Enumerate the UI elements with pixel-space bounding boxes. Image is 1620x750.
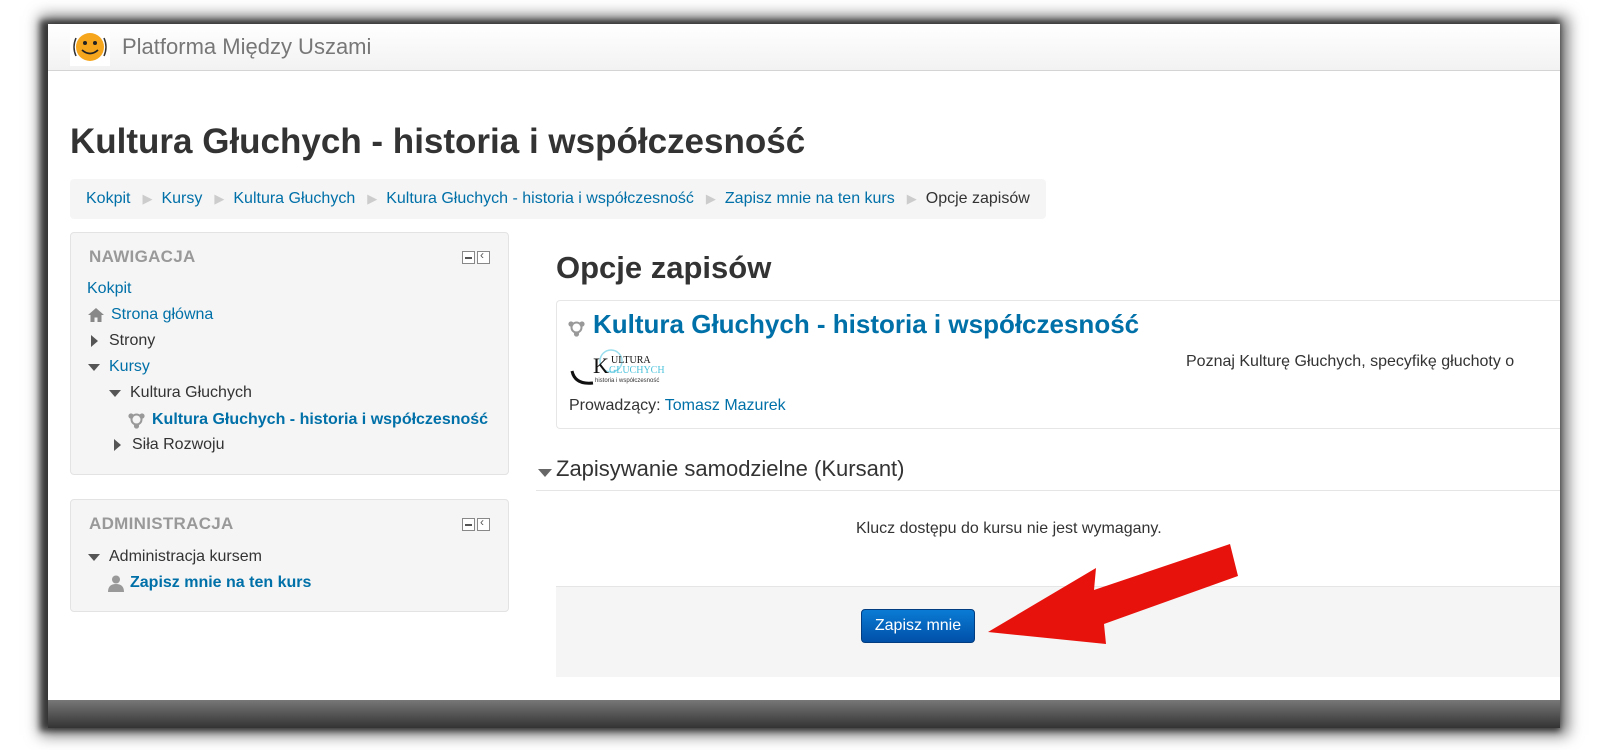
admin-item-label[interactable]: Zapisz mnie na ten kurs	[130, 574, 311, 592]
course-image: K ULTURA GŁUCHYCH historia i współczesno…	[569, 349, 681, 389]
teacher-link[interactable]: Tomasz Mazurek	[665, 397, 786, 414]
breadcrumb-enrol[interactable]: Zapisz mnie na ten kurs	[725, 190, 895, 208]
course-icon	[567, 318, 586, 342]
site-name[interactable]: Platforma Między Uszami	[122, 34, 371, 60]
breadcrumb-current: Opcje zapisów	[925, 190, 1030, 207]
nav-item-sila-rozwoju[interactable]: Siła Rozwoju	[114, 436, 224, 454]
nav-item-label[interactable]: Strony	[109, 332, 155, 350]
course-image-subtitle: historia i współczesność	[595, 378, 659, 384]
course-summary: Poznaj Kulturę Głuchych, specyfikę głuch…	[1186, 353, 1515, 370]
nav-item-kokpit[interactable]: Kokpit	[87, 280, 131, 298]
course-info-box: Kultura Głuchych - historia i współczesn…	[556, 300, 1560, 429]
section-collapse-icon[interactable]	[538, 465, 552, 483]
nav-item-label[interactable]: Kursy	[109, 358, 150, 376]
expand-arrow-icon[interactable]	[91, 335, 98, 347]
course-icon	[127, 410, 146, 429]
teacher-row: Prowadzący: Tomasz Mazurek	[569, 397, 786, 415]
breadcrumb-course[interactable]: Kultura Głuchych - historia i współczesn…	[386, 190, 694, 208]
smiley-logo-icon[interactable]	[70, 28, 110, 66]
nav-item-category[interactable]: Kultura Głuchych	[109, 384, 252, 402]
collapse-block-icon[interactable]	[462, 251, 475, 264]
nav-item-home[interactable]: Strona główna	[87, 306, 213, 324]
access-key-message: Klucz dostępu do kursu nie jest wymagany…	[856, 520, 1162, 537]
breadcrumb-separator-icon: ▶	[705, 191, 716, 206]
course-image-gluchych: GŁUCHYCH	[609, 365, 665, 376]
admin-item-label[interactable]: Administracja kursem	[109, 548, 262, 566]
breadcrumb-separator-icon: ▶	[367, 191, 378, 206]
browser-page: Platforma Między Uszami Kultura Głuchych…	[48, 24, 1560, 727]
course-image-k: K	[593, 353, 609, 378]
administration-block: ADMINISTRACJA Administracja kursem Zapis…	[70, 499, 509, 612]
breadcrumb-kursy[interactable]: Kursy	[161, 190, 202, 208]
breadcrumb-separator-icon: ▶	[906, 191, 917, 206]
administration-block-title: ADMINISTRACJA	[89, 514, 234, 533]
section-title[interactable]: Zapisywanie samodzielne (Kursant)	[556, 456, 905, 482]
breadcrumb-separator-icon: ▶	[214, 191, 225, 206]
red-arrow-annotation	[988, 544, 1238, 644]
block-controls	[462, 248, 490, 264]
collapse-arrow-icon[interactable]	[109, 389, 121, 397]
admin-item-course-admin[interactable]: Administracja kursem	[88, 548, 262, 566]
dock-block-icon[interactable]	[477, 248, 490, 264]
nav-item-current-course[interactable]: Kultura Głuchych - historia i współczesn…	[127, 410, 488, 429]
admin-item-enrol-me[interactable]: Zapisz mnie na ten kurs	[107, 574, 311, 592]
navbar: Platforma Między Uszami	[48, 24, 1560, 71]
nav-item-label[interactable]: Siła Rozwoju	[132, 436, 224, 454]
block-controls	[462, 515, 490, 531]
course-title-link[interactable]: Kultura Głuchych - historia i współczesn…	[593, 309, 1139, 340]
nav-item-label[interactable]: Kultura Głuchych	[130, 384, 252, 402]
expand-arrow-icon[interactable]	[114, 439, 121, 451]
user-icon	[107, 574, 125, 592]
page-title: Kultura Głuchych - historia i współczesn…	[70, 122, 806, 161]
dock-block-icon[interactable]	[477, 515, 490, 531]
breadcrumb-separator-icon: ▶	[142, 191, 153, 206]
nav-item-label[interactable]: Kokpit	[87, 280, 131, 298]
self-enrolment-section-header[interactable]: Zapisywanie samodzielne (Kursant)	[536, 454, 1560, 491]
red-arrow-shape	[988, 544, 1238, 644]
nav-item-kursy[interactable]: Kursy	[88, 358, 150, 376]
breadcrumb-category[interactable]: Kultura Głuchych	[233, 190, 355, 208]
enrol-me-button[interactable]: Zapisz mnie	[861, 609, 975, 643]
navigation-block-title: NAWIGACJA	[89, 247, 196, 266]
breadcrumb: Kokpit ▶ Kursy ▶ Kultura Głuchych ▶ Kult…	[70, 179, 1046, 219]
nav-item-label[interactable]: Strona główna	[111, 306, 213, 324]
collapse-arrow-icon[interactable]	[88, 363, 100, 371]
collapse-block-icon[interactable]	[462, 518, 475, 531]
nav-item-label[interactable]: Kultura Głuchych - historia i współczesn…	[152, 411, 488, 429]
enrolment-options-heading: Opcje zapisów	[556, 250, 772, 285]
teacher-label: Prowadzący:	[569, 397, 661, 414]
nav-item-strony[interactable]: Strony	[91, 332, 155, 350]
navigation-block: NAWIGACJA Kokpit Strona główna Strony Ku…	[70, 232, 509, 475]
home-icon	[87, 307, 105, 323]
frame-shadow	[48, 700, 1560, 728]
breadcrumb-kokpit[interactable]: Kokpit	[86, 190, 130, 208]
collapse-arrow-icon[interactable]	[88, 553, 100, 561]
